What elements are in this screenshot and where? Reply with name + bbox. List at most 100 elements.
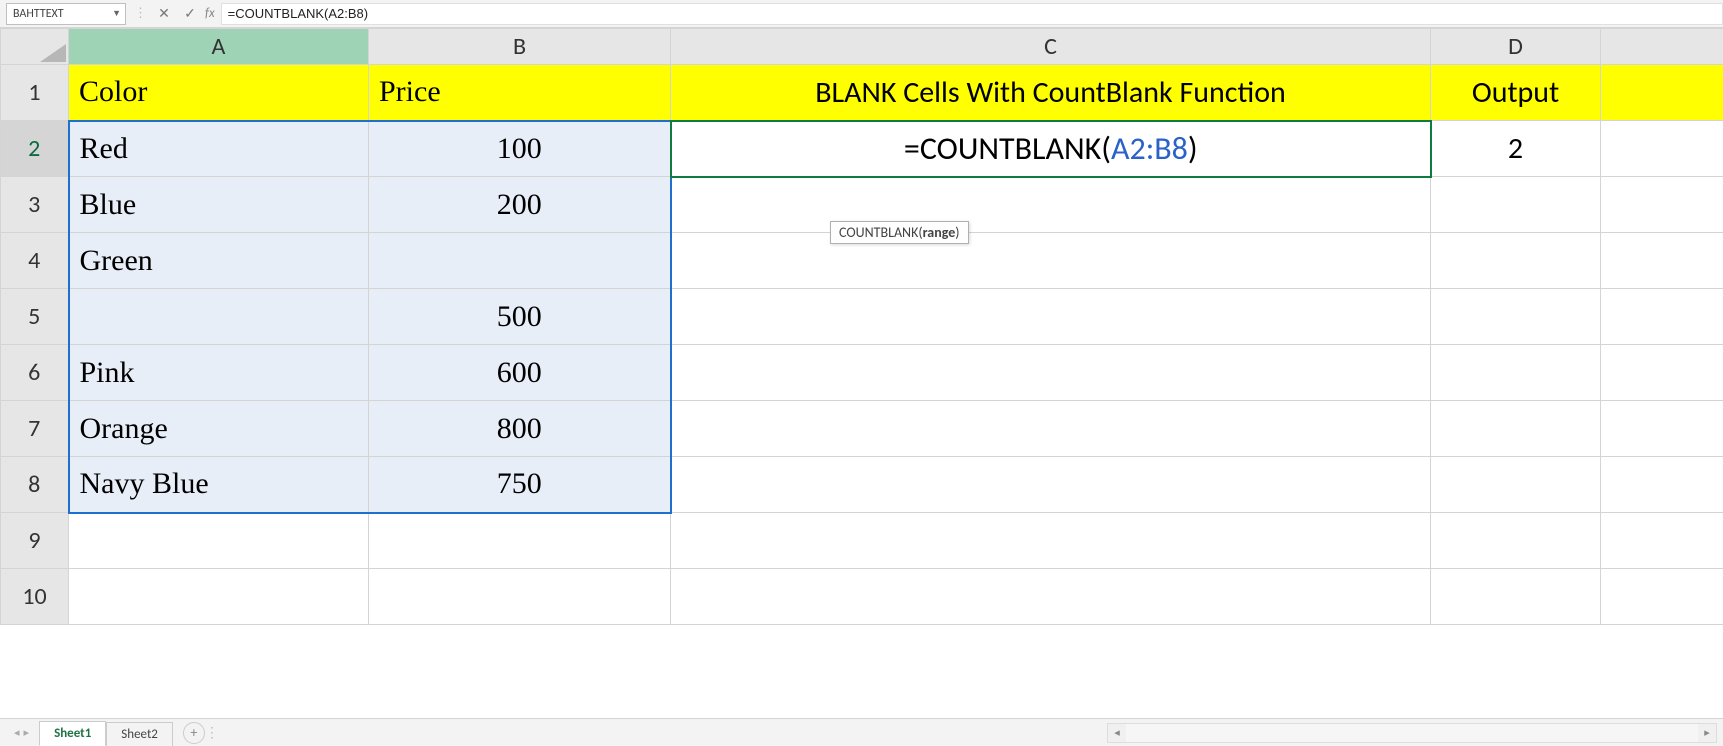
cell-D3[interactable] [1431,177,1601,233]
row-header-8[interactable]: 8 [1,457,69,513]
cell-C6[interactable] [671,345,1431,401]
col-header-A[interactable]: A [69,29,369,65]
cell-E2[interactable] [1601,121,1723,177]
row-header-5[interactable]: 5 [1,289,69,345]
cell-E1[interactable] [1601,65,1723,121]
sheet-tab-sheet1[interactable]: Sheet1 [39,721,106,746]
cell-B10[interactable] [369,569,671,625]
horizontal-scrollbar[interactable]: ◂ ▸ [1107,723,1717,743]
row-header-2[interactable]: 2 [1,121,69,177]
sheet-tab-sheet2[interactable]: Sheet2 [106,722,173,746]
cell-D9[interactable] [1431,513,1601,569]
row-header-10[interactable]: 10 [1,569,69,625]
cell-D6[interactable] [1431,345,1601,401]
cell-D10[interactable] [1431,569,1601,625]
cell-B5[interactable]: 500 [369,289,671,345]
cell-D4[interactable] [1431,233,1601,289]
cell-D5[interactable] [1431,289,1601,345]
tooltip-close: ) [955,224,959,241]
cell-A3[interactable]: Blue [69,177,369,233]
cell-C9[interactable] [671,513,1431,569]
cell-C1[interactable]: BLANK Cells With CountBlank Function [671,65,1431,121]
cell-B2[interactable]: 100 [369,121,671,177]
tab-prev-icon[interactable]: ◂ [14,726,20,739]
cell-B7[interactable]: 800 [369,401,671,457]
cell-B1[interactable]: Price [369,65,671,121]
cell-B9[interactable] [369,513,671,569]
name-box-value: BAHTTEXT [13,7,64,21]
row-header-1[interactable]: 1 [1,65,69,121]
table-row: 1 Color Price BLANK Cells With CountBlan… [1,65,1723,121]
cell-E10[interactable] [1601,569,1723,625]
cell-E9[interactable] [1601,513,1723,569]
tab-next-icon[interactable]: ▸ [24,726,30,739]
table-row: 8 Navy Blue 750 [1,457,1723,513]
table-row: 7 Orange 800 [1,401,1723,457]
col-header-D[interactable]: D [1431,29,1601,65]
row-header-6[interactable]: 6 [1,345,69,401]
spreadsheet-grid[interactable]: A B C D 1 Color Price BLANK Cells With C… [0,28,1723,718]
new-sheet-button[interactable]: + [183,722,205,744]
select-all-corner[interactable] [1,29,69,65]
cell-A4[interactable]: Green [69,233,369,289]
formula-bar: BAHTTEXT ▼ ⋮ ✕ ✓ fx [0,0,1723,28]
cell-D7[interactable] [1431,401,1601,457]
cell-E5[interactable] [1601,289,1723,345]
cell-A7[interactable]: Orange [69,401,369,457]
cell-A8[interactable]: Navy Blue [69,457,369,513]
cancel-icon[interactable]: ✕ [151,5,177,22]
chevron-down-icon[interactable]: ▼ [112,8,121,19]
cell-D8[interactable] [1431,457,1601,513]
tabs-divider-icon: ⋮ [205,724,219,741]
row-header-3[interactable]: 3 [1,177,69,233]
cell-C4[interactable] [671,233,1431,289]
row-header-9[interactable]: 9 [1,513,69,569]
cell-E3[interactable] [1601,177,1723,233]
cell-A10[interactable] [69,569,369,625]
cell-C2-editing[interactable]: =COUNTBLANK(A2:B8) [671,121,1431,177]
cell-C3[interactable] [671,177,1431,233]
function-tooltip: COUNTBLANK(range) [830,221,969,244]
cell-D1[interactable]: Output [1431,65,1601,121]
tab-nav: ◂ ▸ [14,726,29,739]
scroll-track[interactable] [1126,724,1698,742]
row-header-4[interactable]: 4 [1,233,69,289]
cell-A5[interactable] [69,289,369,345]
tooltip-fn: COUNTBLANK( [839,224,923,241]
cell-E7[interactable] [1601,401,1723,457]
cell-B3[interactable]: 200 [369,177,671,233]
formula-input[interactable] [221,3,1723,25]
col-header-B[interactable]: B [369,29,671,65]
formula-suffix: ) [1188,129,1198,168]
cell-A1[interactable]: Color [69,65,369,121]
separator-icon: ⋮ [134,6,147,21]
col-header-E[interactable] [1601,29,1723,65]
cell-C8[interactable] [671,457,1431,513]
cell-C10[interactable] [671,569,1431,625]
formula-prefix: =COUNTBLANK( [904,129,1111,168]
row-header-7[interactable]: 7 [1,401,69,457]
cell-A6[interactable]: Pink [69,345,369,401]
cell-C7[interactable] [671,401,1431,457]
scroll-left-icon[interactable]: ◂ [1108,726,1126,739]
cell-B4[interactable] [369,233,671,289]
cell-A2[interactable]: Red [69,121,369,177]
fx-icon[interactable]: fx [205,6,215,21]
cell-C5[interactable] [671,289,1431,345]
enter-icon[interactable]: ✓ [177,5,203,22]
formula-ref: A2:B8 [1111,129,1188,168]
cell-E8[interactable] [1601,457,1723,513]
scroll-right-icon[interactable]: ▸ [1698,726,1716,739]
col-header-C[interactable]: C [671,29,1431,65]
table-row: 5 500 [1,289,1723,345]
cell-A9[interactable] [69,513,369,569]
cell-D2[interactable]: 2 [1431,121,1601,177]
table-row: 6 Pink 600 [1,345,1723,401]
cell-E6[interactable] [1601,345,1723,401]
cell-B8[interactable]: 750 [369,457,671,513]
name-box[interactable]: BAHTTEXT ▼ [6,3,126,25]
table-row: 10 [1,569,1723,625]
cell-E4[interactable] [1601,233,1723,289]
cell-B6[interactable]: 600 [369,345,671,401]
tooltip-arg: range [923,224,956,241]
